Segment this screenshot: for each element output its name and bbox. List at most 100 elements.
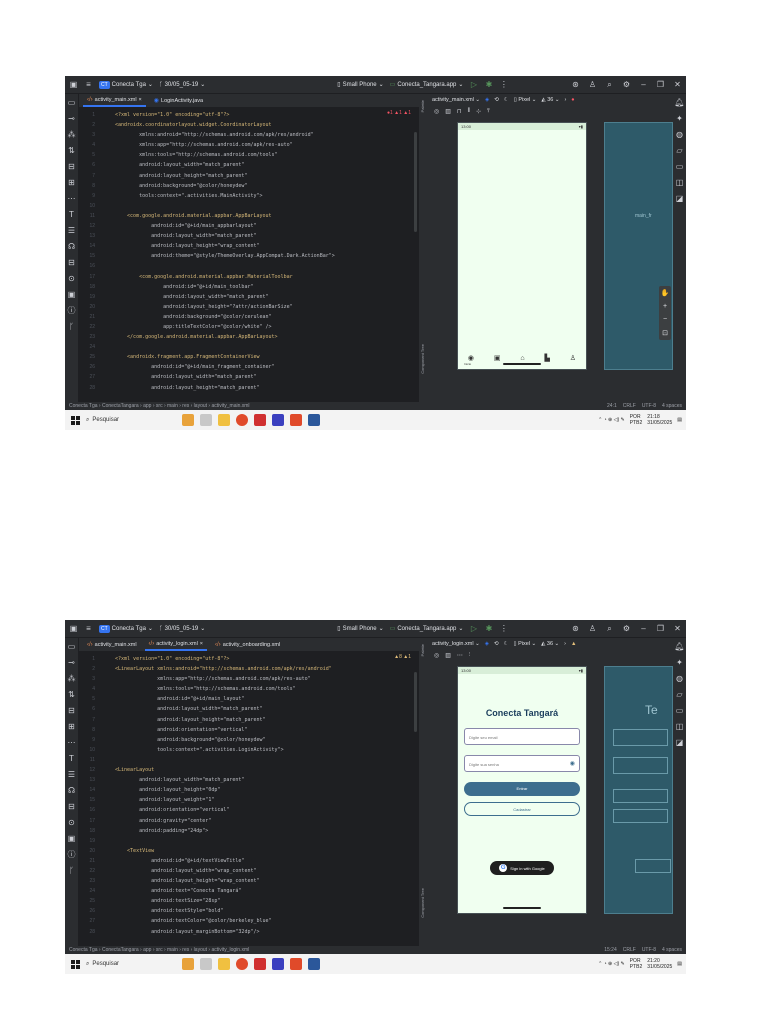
- night-mode-icon[interactable]: ☾: [504, 641, 509, 647]
- code-line[interactable]: android:theme="@style/ThemeOverlay.AppCo…: [115, 251, 415, 261]
- todo-icon[interactable]: ☰: [68, 770, 75, 779]
- windows-start-icon[interactable]: [71, 415, 80, 425]
- minimize-icon[interactable]: –: [639, 624, 648, 633]
- build-icon[interactable]: T: [69, 754, 74, 763]
- emulator-icon[interactable]: ◪: [676, 738, 684, 747]
- editor-scrollbar[interactable]: [414, 672, 417, 732]
- problems-icon[interactable]: ⓘ: [68, 306, 76, 315]
- tab-activity-main[interactable]: ‹/› activity_main.xml: [83, 640, 141, 650]
- code-line[interactable]: android:layout_width="match_parent": [115, 775, 415, 785]
- device-selector[interactable]: ▯ Small Phone ⌄: [337, 625, 383, 633]
- clock[interactable]: 21:18 31/05/2025: [647, 414, 672, 426]
- branch-selector[interactable]: ᚴ 30/05_05-19 ⌄: [159, 625, 205, 633]
- tab-activity-onboarding[interactable]: ‹/› activity_onboarding.xml: [211, 640, 284, 650]
- palette-label[interactable]: Palette: [420, 100, 425, 112]
- code-line[interactable]: android:layout_width="match_parent": [115, 231, 415, 241]
- account-icon[interactable]: ♙: [588, 624, 597, 633]
- margin-icon[interactable]: ⫶: [469, 652, 471, 659]
- hamburger-menu-icon[interactable]: ≡: [84, 624, 93, 633]
- code-line[interactable]: android:layout_marginBottom="32dp"/>: [115, 927, 415, 937]
- code-line[interactable]: android:padding="24dp">: [115, 826, 415, 836]
- device-manager-icon[interactable]: ⊞: [68, 722, 75, 731]
- code-line[interactable]: android:layout_height="wrap_content": [115, 876, 415, 886]
- hamburger-menu-icon[interactable]: ≡: [84, 80, 93, 89]
- version-control-icon[interactable]: ᚴ: [69, 322, 74, 331]
- todo-icon[interactable]: ☰: [68, 226, 75, 235]
- database-icon[interactable]: ◍: [676, 130, 683, 139]
- layout-file-selector[interactable]: activity_main.xml ⌄: [432, 97, 480, 103]
- fit-icon[interactable]: ⊡: [662, 329, 668, 337]
- code-content[interactable]: <?xml version="1.0" encoding="utf-8"?> <a…: [115, 110, 415, 393]
- code-line[interactable]: android:textColor="@color/berkeley_blue": [115, 916, 415, 926]
- code-line[interactable]: android:background="@color/honeydew": [115, 181, 415, 191]
- language-indicator[interactable]: POR PTB2: [630, 414, 643, 426]
- code-line[interactable]: android:id="@+id/textViewTitle": [115, 856, 415, 866]
- design-surface-icon[interactable]: ◈: [485, 97, 489, 103]
- clock[interactable]: 21:20 31/05/2025: [647, 958, 672, 970]
- next-icon[interactable]: ›: [564, 97, 566, 103]
- more-tools-icon[interactable]: ⋯: [68, 738, 76, 747]
- notifications-icon[interactable]: 🔔︎: [674, 98, 684, 107]
- code-line[interactable]: android:layout_width="wrap_content": [115, 866, 415, 876]
- api-picker[interactable]: ◭ 36 ⌄: [541, 97, 559, 103]
- code-line[interactable]: android:layout_height="?attr/actionBarSi…: [115, 302, 415, 312]
- phone-preview[interactable]: 13:00 ▾▮ ◉ ▣ ⌂ ▙ ♙ Início: [457, 122, 587, 370]
- code-content[interactable]: <?xml version="1.0" encoding="utf-8"?> <L…: [115, 654, 415, 937]
- code-line[interactable]: android:layout_height="match_parent": [115, 715, 415, 725]
- device-selector[interactable]: ▯ Small Phone ⌄: [337, 81, 383, 89]
- code-line[interactable]: android:text="Conecta Tangará": [115, 886, 415, 896]
- device-picker[interactable]: ▯ Pixel ⌄: [514, 97, 537, 103]
- code-line[interactable]: [115, 261, 415, 271]
- android-studio-task-icon[interactable]: [254, 958, 266, 970]
- map-nav-icon[interactable]: ⌂: [520, 355, 524, 362]
- view-options-icon[interactable]: ◎: [434, 652, 439, 659]
- code-line[interactable]: <com.google.android.material.appbar.AppB…: [115, 211, 415, 221]
- component-tree-label[interactable]: Component Tree: [420, 344, 425, 374]
- close-icon[interactable]: ✕: [673, 624, 682, 633]
- windows-start-icon[interactable]: [71, 959, 80, 969]
- eye-icon[interactable]: ◉: [570, 760, 575, 767]
- code-line[interactable]: android:background="@color/cerulean": [115, 312, 415, 322]
- more-icon[interactable]: ⋮: [499, 624, 508, 633]
- gradle-icon[interactable]: ☊: [68, 242, 75, 251]
- minimize-icon[interactable]: –: [639, 80, 648, 89]
- pull-requests-icon[interactable]: ⇅: [68, 690, 75, 699]
- taskbar-search[interactable]: ⌕ Pesquisar: [86, 961, 176, 968]
- register-button[interactable]: Cadastrar: [464, 802, 580, 816]
- language-indicator[interactable]: POR PTB2: [630, 958, 643, 970]
- visual-studio-icon[interactable]: [272, 958, 284, 970]
- blueprint-preview[interactable]: Te: [604, 666, 673, 914]
- device-explorer-icon[interactable]: ▭: [676, 162, 684, 171]
- device-picker[interactable]: ▯ Pixel ⌄: [514, 641, 537, 647]
- editor-scrollbar[interactable]: [414, 132, 417, 232]
- code-line[interactable]: <androidx.fragment.app.FragmentContainer…: [115, 352, 415, 362]
- error-icon[interactable]: ●: [571, 97, 574, 103]
- code-line[interactable]: xmlns:tools="http://schemas.android.com/…: [115, 684, 415, 694]
- zoom-in-icon[interactable]: +: [663, 303, 667, 310]
- gemini-icon[interactable]: ✦: [676, 114, 683, 123]
- code-line[interactable]: [115, 755, 415, 765]
- search-icon[interactable]: ⌕: [605, 80, 614, 89]
- code-line[interactable]: xmlns:app="http://schemas.android.com/ap…: [115, 140, 415, 150]
- account-icon[interactable]: ♙: [588, 80, 597, 89]
- taskbar-search[interactable]: ⌕ Pesquisar: [86, 417, 176, 424]
- code-line[interactable]: <?xml version="1.0" encoding="utf-8"?>: [115, 110, 415, 120]
- device-manager-icon[interactable]: ⊞: [68, 178, 75, 187]
- code-line[interactable]: tools:context=".activities.LoginActivity…: [115, 745, 415, 755]
- code-line[interactable]: [115, 342, 415, 352]
- emulator-icon[interactable]: ◪: [676, 194, 684, 203]
- more-tools-icon[interactable]: ⋯: [68, 194, 76, 203]
- app-inspection-icon[interactable]: ⊙: [68, 274, 75, 283]
- project-tool-icon[interactable]: ▭: [68, 98, 76, 107]
- ai-assistant-icon[interactable]: ⊛: [571, 80, 580, 89]
- warning-icon[interactable]: ▲: [571, 641, 576, 647]
- home-nav-icon[interactable]: ◉: [468, 354, 474, 362]
- maximize-icon[interactable]: ❐: [656, 624, 665, 633]
- next-icon[interactable]: ›: [564, 641, 566, 647]
- database-icon[interactable]: ◍: [676, 674, 683, 683]
- search-icon[interactable]: ⌕: [605, 624, 614, 633]
- notification-center-icon[interactable]: ▤: [677, 961, 682, 967]
- running-devices-icon[interactable]: ▱: [676, 690, 682, 699]
- code-line[interactable]: android:layout_width="match_parent": [115, 160, 415, 170]
- breadcrumb[interactable]: Conecta Tga › ConectaTangara › app › src…: [69, 403, 250, 409]
